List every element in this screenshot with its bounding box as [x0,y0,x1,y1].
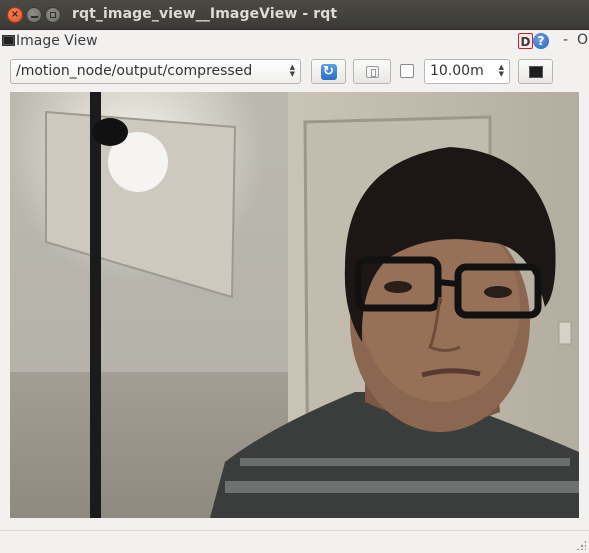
save-image-icon [528,65,543,78]
camera-image[interactable] [10,92,579,518]
resize-grip-icon[interactable] [576,540,586,550]
save-image-button[interactable] [518,59,553,84]
zoom-fit-icon [365,65,379,78]
refresh-topics-button[interactable]: ↻ [311,59,346,84]
maximize-icon[interactable] [45,7,61,23]
spin-arrows-icon[interactable]: ▲ ▼ [499,64,504,78]
dock-title: Image View [16,33,98,49]
topic-select[interactable]: /motion_node/output/compressed ▲ ▼ [10,59,301,84]
window-title: rqt_image_view__ImageView - rqt [72,6,338,22]
refresh-icon: ↻ [320,63,337,80]
close-icon[interactable]: × [7,7,23,23]
debug-icon[interactable]: D [518,33,533,49]
smooth-scaling-checkbox[interactable] [400,64,414,78]
dock-close-button[interactable]: O [577,32,588,48]
status-bar [0,530,589,553]
topic-select-value: /motion_node/output/compressed [16,63,253,79]
zoom-fit-button[interactable] [353,59,391,84]
duration-spinbox[interactable]: 10.00m ▲ ▼ [424,59,510,84]
dock-minimize-button[interactable]: - [563,32,568,48]
window-titlebar[interactable]: × rqt_image_view__ImageView - rqt [0,0,589,30]
minimize-icon[interactable] [26,7,42,23]
webcam-frame-image [10,92,579,518]
updown-arrows-icon: ▲ ▼ [289,63,295,78]
help-icon[interactable]: ? [533,33,549,49]
duration-value: 10.00m [430,63,484,79]
dock-header: Image View D ? - O [0,30,589,52]
window-icon [2,35,15,46]
